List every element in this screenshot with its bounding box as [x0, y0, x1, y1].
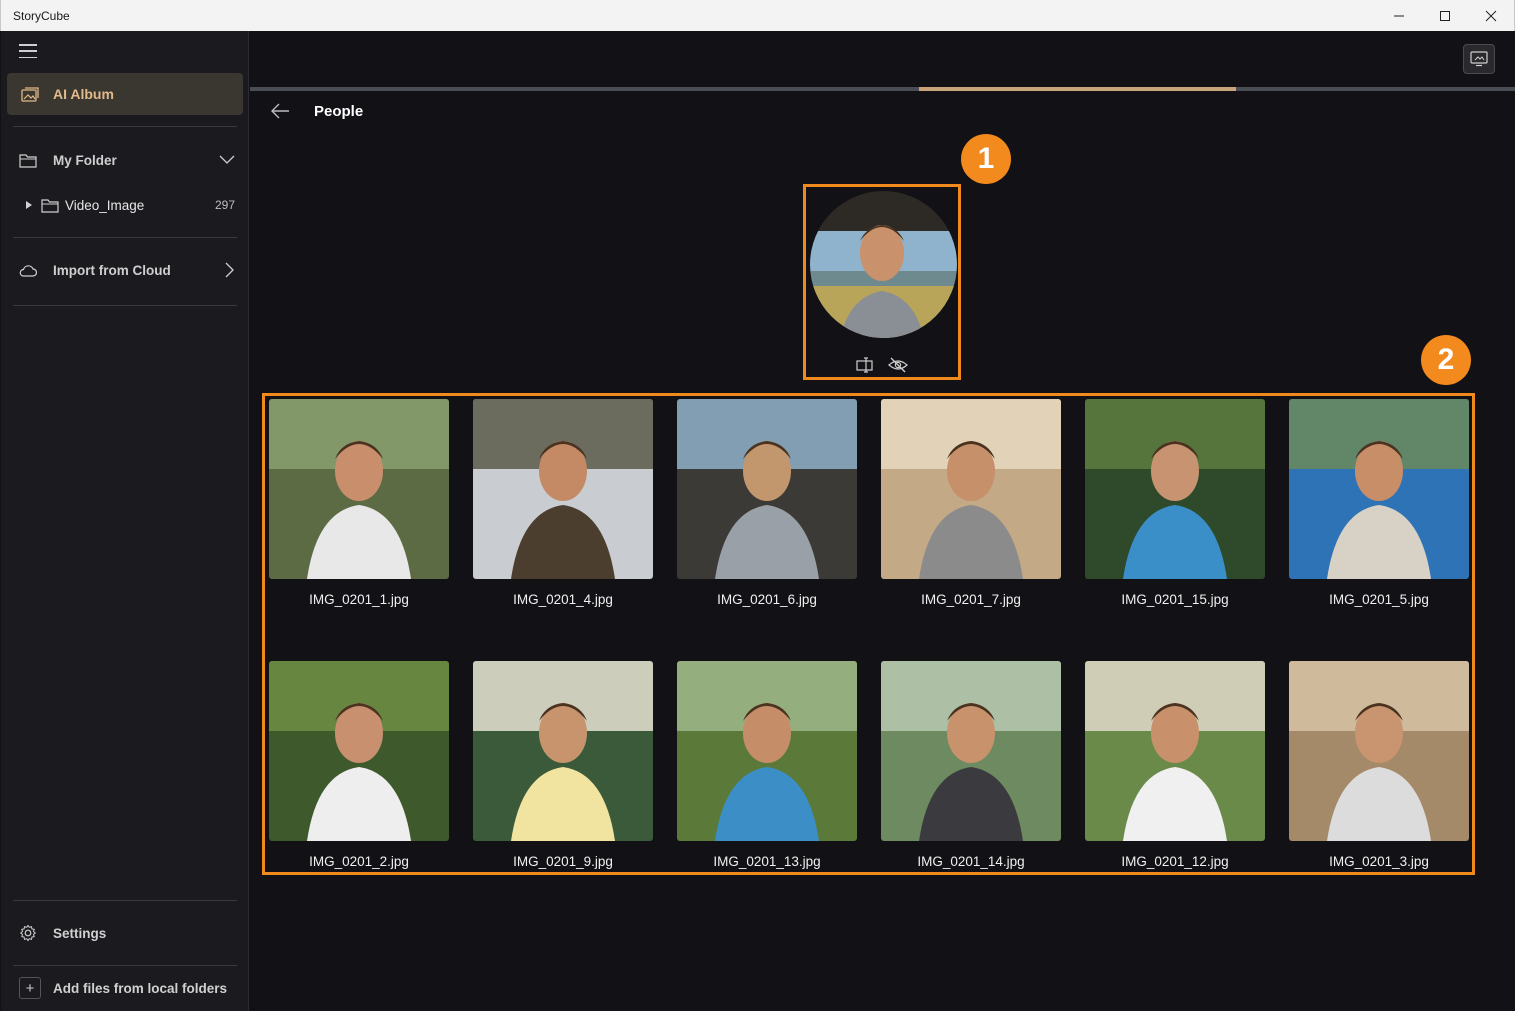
- photo-filename: IMG_0201_2.jpg: [309, 854, 409, 869]
- photo-item[interactable]: IMG_0201_7.jpg: [881, 399, 1061, 607]
- photo-thumbnail[interactable]: [473, 399, 653, 579]
- album-icon: [21, 87, 39, 102]
- main-content: People 1 2 IMG_0201_1.jpg IMG_0201_4.jpg…: [250, 31, 1515, 1011]
- photo-item[interactable]: IMG_0201_1.jpg: [269, 399, 449, 607]
- photo-filename: IMG_0201_4.jpg: [513, 592, 613, 607]
- expand-arrow-icon[interactable]: [25, 200, 33, 210]
- divider: [13, 965, 237, 966]
- photo-thumbnail[interactable]: [1085, 661, 1265, 841]
- minimize-icon[interactable]: [1376, 0, 1422, 31]
- photo-filename: IMG_0201_14.jpg: [917, 854, 1025, 869]
- photo-item[interactable]: IMG_0201_14.jpg: [881, 661, 1061, 869]
- sidebar: AI Album My Folder Video_Image 297 Impor…: [1, 31, 249, 1011]
- sidebar-item-ai-album[interactable]: AI Album: [7, 73, 243, 115]
- photo-filename: IMG_0201_15.jpg: [1121, 592, 1229, 607]
- divider: [13, 126, 237, 127]
- photo-thumbnail[interactable]: [881, 399, 1061, 579]
- title-bar: StoryCube: [0, 0, 1515, 31]
- photo-thumbnail[interactable]: [1289, 399, 1469, 579]
- photo-thumbnail[interactable]: [677, 661, 857, 841]
- menu-icon[interactable]: [19, 44, 37, 58]
- add-files-button[interactable]: + Add files from local folders: [19, 976, 235, 1000]
- sidebar-item-import-cloud[interactable]: Import from Cloud: [19, 258, 235, 282]
- folder-name: Video_Image: [65, 197, 145, 213]
- sidebar-item-label: AI Album: [53, 86, 114, 102]
- photo-thumbnail[interactable]: [269, 661, 449, 841]
- photo-item[interactable]: IMG_0201_13.jpg: [677, 661, 857, 869]
- divider: [13, 305, 237, 306]
- chevron-down-icon[interactable]: [219, 155, 235, 165]
- photo-item[interactable]: IMG_0201_5.jpg: [1289, 399, 1469, 607]
- photo-thumbnail[interactable]: [677, 399, 857, 579]
- sidebar-item-my-folder[interactable]: My Folder: [19, 148, 235, 172]
- avatar-actions: [806, 357, 958, 373]
- photo-item[interactable]: IMG_0201_2.jpg: [269, 661, 449, 869]
- photo-item[interactable]: IMG_0201_15.jpg: [1085, 399, 1265, 607]
- divider: [13, 237, 237, 238]
- photo-item[interactable]: IMG_0201_4.jpg: [473, 399, 653, 607]
- callout-badge-2: 2: [1421, 335, 1471, 385]
- cloud-icon: [19, 264, 37, 277]
- callout-badge-1: 1: [961, 134, 1011, 184]
- rename-icon[interactable]: [856, 357, 876, 373]
- progress-bar: [250, 87, 1515, 91]
- hide-eye-icon[interactable]: [888, 357, 908, 373]
- photo-thumbnail[interactable]: [1085, 399, 1265, 579]
- sidebar-item-settings[interactable]: Settings: [19, 921, 235, 945]
- photo-item[interactable]: IMG_0201_12.jpg: [1085, 661, 1265, 869]
- sidebar-item-label: Settings: [53, 925, 107, 941]
- photo-filename: IMG_0201_3.jpg: [1329, 854, 1429, 869]
- photo-filename: IMG_0201_12.jpg: [1121, 854, 1229, 869]
- photo-thumbnail[interactable]: [473, 661, 653, 841]
- photo-filename: IMG_0201_5.jpg: [1329, 592, 1429, 607]
- add-files-label: Add files from local folders: [53, 980, 228, 996]
- photo-item[interactable]: IMG_0201_3.jpg: [1289, 661, 1469, 869]
- divider: [13, 900, 237, 901]
- photo-item[interactable]: IMG_0201_6.jpg: [677, 399, 857, 607]
- photo-filename: IMG_0201_13.jpg: [713, 854, 821, 869]
- person-avatar[interactable]: [810, 191, 957, 338]
- plus-icon: +: [19, 977, 41, 999]
- sidebar-item-label: My Folder: [53, 152, 117, 168]
- progress-fill: [919, 87, 1236, 91]
- app-title: StoryCube: [13, 8, 70, 23]
- photo-thumbnail[interactable]: [881, 661, 1061, 841]
- folder-icon: [41, 198, 59, 213]
- page-header: People: [270, 99, 363, 123]
- sidebar-item-label: Import from Cloud: [53, 262, 171, 278]
- back-arrow-icon[interactable]: [270, 103, 290, 119]
- folder-icon: [19, 153, 37, 168]
- photo-thumbnail[interactable]: [269, 399, 449, 579]
- person-cover-highlight: [803, 184, 961, 380]
- photo-filename: IMG_0201_6.jpg: [717, 592, 817, 607]
- slideshow-icon: [1470, 51, 1488, 67]
- photo-item[interactable]: IMG_0201_9.jpg: [473, 661, 653, 869]
- chevron-right-icon[interactable]: [225, 262, 235, 278]
- page-title: People: [314, 102, 364, 120]
- photo-thumbnail[interactable]: [1289, 661, 1469, 841]
- gear-icon: [19, 924, 37, 942]
- folder-item-video-image[interactable]: Video_Image 297: [25, 193, 235, 217]
- close-icon[interactable]: [1468, 0, 1514, 31]
- photo-filename: IMG_0201_1.jpg: [309, 592, 409, 607]
- folder-count: 297: [214, 198, 235, 212]
- slideshow-button[interactable]: [1463, 44, 1495, 74]
- maximize-icon[interactable]: [1422, 0, 1468, 31]
- photo-filename: IMG_0201_7.jpg: [921, 592, 1021, 607]
- photo-filename: IMG_0201_9.jpg: [513, 854, 613, 869]
